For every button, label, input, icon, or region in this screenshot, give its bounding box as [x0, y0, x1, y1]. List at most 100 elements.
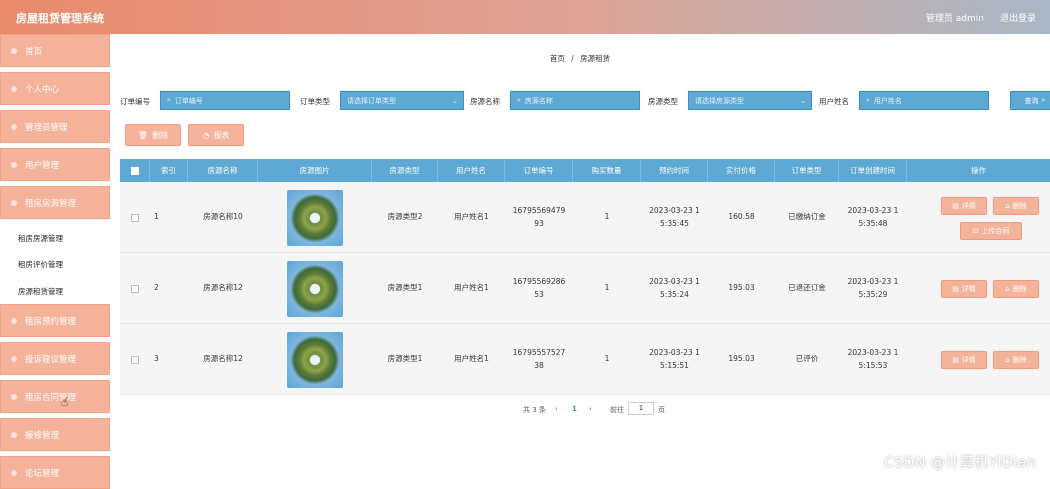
menu-dot-icon	[11, 47, 17, 54]
cell-price: 195.03	[728, 283, 755, 293]
pager-prev-button[interactable]: ‹	[555, 405, 558, 413]
submenu-house-rental[interactable]: 房源租赁管理	[0, 279, 110, 303]
header-house-name: 房源名称	[188, 159, 258, 182]
house-name-input[interactable]: ⌕ 房源名称	[510, 91, 640, 110]
house-thumbnail[interactable]	[287, 331, 343, 388]
delete-button[interactable]: ⌂ 删除	[993, 351, 1039, 369]
detail-button[interactable]: ▤ 详情	[941, 197, 987, 215]
detail-button[interactable]: ▤ 详情	[941, 280, 987, 298]
menu-dot-icon	[11, 317, 17, 324]
sidebar-item-house-management[interactable]: 租房房源管理	[0, 186, 110, 219]
chevron-down-icon: ⌄	[452, 96, 458, 105]
cell-user-name: 用户姓名1	[454, 212, 489, 222]
sidebar-item-admin[interactable]: 管理员管理	[0, 110, 110, 143]
cell-house-type: 房源类型1	[387, 354, 423, 364]
mouse-cursor-icon: ☝	[61, 395, 69, 409]
document-icon: ▤	[952, 285, 959, 293]
header-index: 索引	[150, 159, 188, 182]
trash-icon: ⌂	[1005, 285, 1010, 293]
row-checkbox[interactable]	[120, 253, 150, 324]
submenu-house-listing[interactable]: 租房房源管理	[0, 226, 110, 250]
house-type-select[interactable]: 请选择房源类型 ⌄	[688, 91, 812, 110]
detail-button[interactable]: ▤ 详情	[941, 351, 987, 369]
logout-link[interactable]: 退出登录	[1000, 11, 1036, 24]
row-checkbox[interactable]	[120, 182, 150, 253]
cell-order-type: 已缴纳订金	[788, 212, 826, 222]
sidebar-item-users[interactable]: 用户管理	[0, 148, 110, 181]
pager-page-suffix: 页	[658, 406, 665, 414]
cell-index: 1	[154, 212, 159, 222]
user-name-input[interactable]: ⌕ 用户姓名	[859, 91, 989, 110]
header-user-name: 用户姓名	[438, 159, 505, 182]
cell-house-name: 房源名称12	[203, 354, 243, 364]
document-icon: ▤	[952, 356, 959, 364]
menu-dot-icon	[11, 469, 17, 476]
submenu-house-review[interactable]: 租房评价管理	[0, 252, 110, 276]
document-icon: ▤	[952, 202, 959, 210]
header-order-type: 订单类型	[775, 159, 839, 182]
cell-house-image	[258, 324, 372, 395]
sidebar-item-repair[interactable]: 报修管理	[0, 418, 110, 451]
house-thumbnail[interactable]	[287, 260, 343, 317]
header-price: 实付价格	[708, 159, 775, 182]
sidebar-item-complaints[interactable]: 投诉建议管理	[0, 342, 110, 375]
search-icon: ⌕	[866, 96, 870, 104]
upload-contract-button[interactable]: ⊡ 上传合同	[960, 222, 1022, 240]
menu-dot-icon	[11, 85, 17, 92]
bulk-delete-button[interactable]: 🗑 删除	[125, 124, 181, 146]
cell-house-type: 房源类型1	[387, 283, 423, 293]
cell-actions: ▤ 详情 ⌂ 删除 ⊡ 上传合同	[907, 182, 1050, 253]
cell-booking-time: 2023-03-23 1 5:35:24	[649, 276, 700, 299]
header-house-type: 房源类型	[372, 159, 438, 182]
order-type-select[interactable]: 请选择订单类型 ⌄	[340, 91, 464, 110]
cell-user-name: 用户姓名1	[454, 354, 489, 364]
header-created-time: 订单创建时间	[839, 159, 907, 182]
cell-house-image	[258, 182, 372, 253]
menu-dot-icon	[11, 355, 17, 362]
cell-house-name: 房源名称10	[203, 212, 243, 222]
sidebar-item-personal-center[interactable]: 个人中心	[0, 72, 110, 105]
breadcrumb-current: 房源租赁	[580, 54, 611, 63]
cell-user-name: 用户姓名1	[454, 283, 489, 293]
top-bar: 房屋租赁管理系统 管理员 admin 退出登录	[0, 0, 1050, 34]
row-checkbox[interactable]	[120, 324, 150, 395]
breadcrumb: 首页 / 房源租赁	[110, 53, 1050, 64]
house-thumbnail[interactable]	[287, 189, 343, 246]
search-button[interactable]: 查询 ⌕	[1010, 91, 1050, 110]
table-header: 索引 房源名称 房源图片 房源类型 用户姓名 订单编号 购买数量 预约时间 实付…	[120, 159, 1050, 182]
menu-dot-icon	[11, 431, 17, 438]
menu-dot-icon	[11, 393, 17, 400]
trash-icon: ⌂	[1005, 356, 1010, 364]
cell-quantity: 1	[604, 212, 610, 222]
cell-created-time: 2023-03-23 1 5:35:29	[847, 276, 899, 299]
delete-button[interactable]: ⌂ 删除	[993, 197, 1039, 215]
pager-current-page[interactable]: 1	[572, 405, 577, 413]
cell-index: 2	[154, 283, 159, 293]
pager-total: 共 3 条	[523, 406, 546, 414]
cell-index: 3	[154, 354, 159, 364]
delete-button[interactable]: ⌂ 删除	[993, 280, 1039, 298]
pager-next-button[interactable]: ›	[589, 405, 592, 413]
cell-house-name: 房源名称12	[203, 283, 243, 293]
cell-quantity: 1	[604, 283, 610, 293]
sidebar-item-booking[interactable]: 租房预约管理	[0, 304, 110, 337]
trash-icon: 🗑	[137, 130, 149, 140]
cell-house-image	[258, 253, 372, 324]
cell-actions: ▤ 详情 ⌂ 删除	[907, 253, 1050, 324]
table-row: 3 房源名称12 房源类型1 用户姓名1 16795557527 38 1 20…	[120, 324, 1050, 395]
report-button[interactable]: ◔ 报表	[188, 124, 244, 146]
cell-order-type: 已评价	[795, 354, 819, 364]
select-all-checkbox[interactable]	[120, 159, 150, 182]
user-label[interactable]: 管理员 admin	[926, 11, 984, 24]
sidebar-item-home[interactable]: 首页	[0, 34, 110, 67]
sidebar-item-forum[interactable]: 论坛管理	[0, 456, 110, 489]
pager-page-input[interactable]: 1	[628, 402, 654, 415]
main-content: 首页 / 房源租赁 订单编号 ⌕ 订单编号 订单类型 请选择订单类型 ⌄ 房源名称 …	[110, 34, 1050, 482]
sidebar-item-contracts[interactable]: 租房合同管理	[0, 380, 110, 413]
order-no-label: 订单编号	[120, 97, 150, 106]
order-no-input[interactable]: ⌕ 订单编号	[160, 91, 290, 110]
header-order-no: 订单编号	[505, 159, 573, 182]
breadcrumb-home[interactable]: 首页	[550, 54, 565, 63]
pager-goto-label: 前往	[610, 406, 624, 414]
search-icon: ⌕	[167, 96, 171, 104]
